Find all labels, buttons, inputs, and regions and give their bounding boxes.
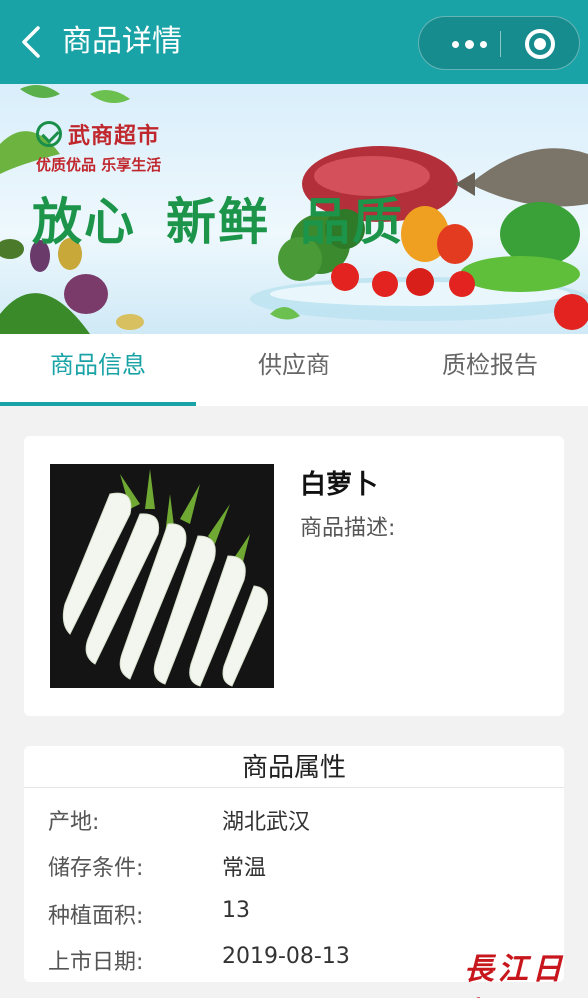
more-icon[interactable] <box>437 17 501 71</box>
store-logo-icon <box>36 121 62 147</box>
slogan-word: 放心 <box>32 193 136 251</box>
store-name: 武商超市 <box>68 124 161 149</box>
back-icon[interactable] <box>14 22 48 62</box>
tab-product-info[interactable]: 商品信息 <box>0 334 196 406</box>
attribute-key: 种植面积: <box>48 904 144 929</box>
attribute-key: 上市日期: <box>48 950 144 975</box>
promo-banner: 武商超市 优质优品 乐享生活 放心 新鲜 品质 <box>0 84 588 334</box>
close-target-icon[interactable] <box>525 29 555 59</box>
newspaper-watermark: 長江日報 <box>464 952 566 998</box>
attribute-value: 13 <box>222 898 250 923</box>
store-slogan: 优质优品 乐享生活 <box>36 156 162 174</box>
attribute-key: 产地: <box>48 810 100 835</box>
tab-bar: 商品信息 供应商 质检报告 <box>0 334 588 406</box>
attribute-value: 湖北武汉 <box>222 810 311 835</box>
attributes-title: 商品属性 <box>24 746 564 788</box>
tab-supplier[interactable]: 供应商 <box>196 334 392 406</box>
product-description-label: 商品描述: <box>300 516 396 541</box>
page-title: 商品详情 <box>62 24 182 59</box>
slogan-word: 新鲜 <box>166 193 270 251</box>
product-name: 白萝卜 <box>300 470 379 500</box>
nav-bar: 商品详情 <box>0 0 588 84</box>
capsule-divider <box>500 31 501 57</box>
banner-slogan: 放心 新鲜 品质 <box>32 182 434 254</box>
product-card: 白萝卜 商品描述: <box>24 436 564 716</box>
mini-program-capsule <box>418 16 580 70</box>
attribute-value: 2019-08-13 <box>222 944 350 969</box>
slogan-word: 品质 <box>300 193 404 251</box>
product-image[interactable] <box>50 464 274 688</box>
store-logo: 武商超市 优质优品 乐享生活 <box>36 118 161 175</box>
attribute-value: 常温 <box>222 856 267 881</box>
radish-illustration <box>50 464 274 688</box>
tab-inspection-report[interactable]: 质检报告 <box>392 334 588 406</box>
attribute-key: 储存条件: <box>48 856 144 881</box>
